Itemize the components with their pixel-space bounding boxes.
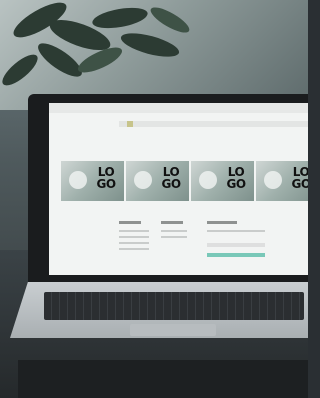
table-shadow	[18, 360, 308, 398]
logo-tile[interactable]: LO GO	[191, 161, 254, 201]
logo-tile[interactable]: LO GO	[256, 161, 308, 201]
laptop-keyboard	[44, 292, 304, 320]
menu-dot-icon	[127, 121, 133, 127]
logo-text: LO GO	[161, 165, 181, 191]
flower-image	[69, 171, 87, 189]
flower-image	[264, 171, 282, 189]
logo-tile[interactable]: LO GO	[126, 161, 189, 201]
footer-column	[119, 221, 149, 254]
subscribe-button[interactable]	[207, 253, 265, 257]
browser-bar	[49, 103, 308, 113]
footer-column	[207, 221, 265, 236]
flower-image	[199, 171, 217, 189]
logo-text: LO GO	[226, 165, 246, 191]
logo-tile[interactable]: LO GO	[61, 161, 124, 201]
footer-column	[161, 221, 187, 242]
flower-image	[134, 171, 152, 189]
laptop-screen: LO GO LO GO LO GO LO GO	[49, 103, 308, 275]
laptop-trackpad	[130, 324, 216, 336]
logo-text: LO GO	[96, 165, 116, 191]
logo-text: LO GO	[291, 165, 308, 191]
photo-scene: LO GO LO GO LO GO LO GO	[0, 0, 308, 398]
newsletter-input[interactable]	[207, 243, 265, 247]
site-header-bar	[119, 121, 308, 127]
logo-gallery: LO GO LO GO LO GO LO GO	[61, 161, 308, 201]
